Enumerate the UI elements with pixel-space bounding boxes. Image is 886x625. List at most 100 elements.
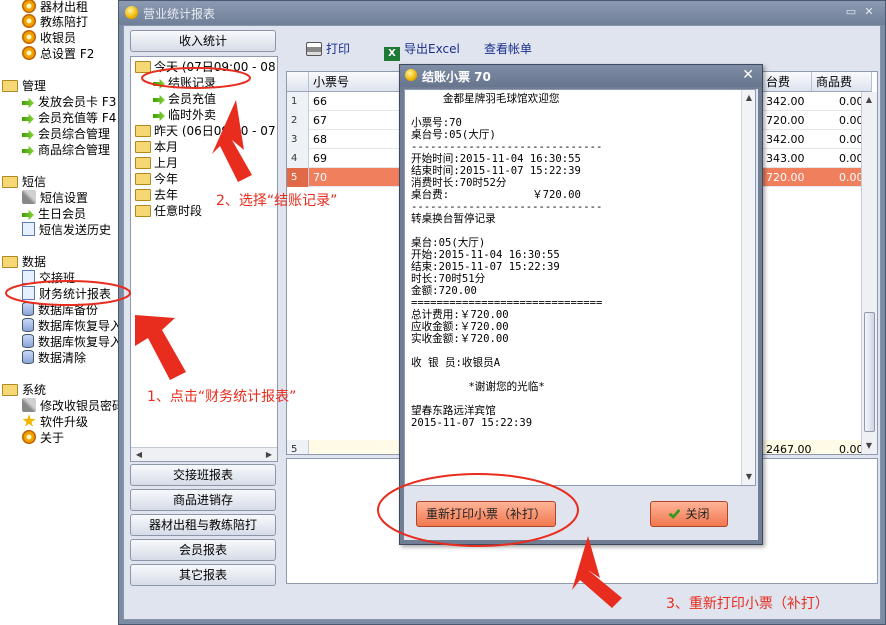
scrollbar-thumb[interactable] [864,312,875,432]
nav-item-equipment-rental[interactable]: 器材出租 [22,0,88,15]
annotation-step3: 3、重新打印小票（补打） [666,596,829,612]
tree-item-custom-period[interactable]: 任意时段 [135,203,202,219]
shift-report-button[interactable]: 交接班报表 [130,464,276,486]
close-icon[interactable]: ✕ [863,6,875,18]
database-icon [22,334,34,348]
view-account-button[interactable]: 查看帐单 [484,41,532,57]
nav-item-db-restore-2[interactable]: 数据库恢复导入 [22,334,122,350]
column-header-table-fee[interactable]: 台费 [762,72,812,92]
dialog-close-button[interactable]: 关闭 [650,501,728,527]
tree-item-takeaway[interactable]: 临时外卖 [153,107,216,123]
nav-item-shift-handover[interactable]: 交接班 [22,270,75,286]
tools-icon [22,190,36,204]
tree-item-yesterday[interactable]: 昨天 (06日09:00 - 07日09:00) [135,123,277,139]
tree-item-last-month[interactable]: 上月 [135,155,178,171]
nav-item-issue-card[interactable]: 发放会员卡 F3 [22,94,116,110]
scroll-up-icon[interactable]: ▲ [743,92,755,104]
goods-inventory-button[interactable]: 商品进销存 [130,489,276,511]
document-icon [22,270,35,284]
report-category-panel: 收入统计 今天 (07日09:00 - 08日09:00) 结账记录 会员充值 … [128,30,278,586]
gear-icon [22,46,36,60]
folder-icon [2,384,18,396]
report-icon [22,286,35,300]
tree-item-this-month[interactable]: 本月 [135,139,178,155]
receipt-vertical-scrollbar[interactable]: ▲ ▼ [741,90,755,485]
folder-icon [135,141,151,153]
nav-item-data-clear[interactable]: 数据清除 [22,350,86,366]
nav-item-member-recharge[interactable]: 会员充值等 F4 [22,110,116,126]
equipment-coach-button[interactable]: 器材出租与教练陪打 [130,514,276,536]
income-stats-button[interactable]: 收入统计 [130,30,276,52]
scroll-left-icon[interactable]: ◀ [133,449,145,461]
nav-item-upgrade[interactable]: 软件升级 [22,414,88,430]
arrow-right-icon [22,130,34,140]
tree-item-member-recharge[interactable]: 会员充值 [153,91,216,107]
window-title: 营业统计报表 [143,7,216,21]
receipt-preview: 金都星牌羽毛球馆欢迎您 小票号:70 桌台号:05(大厅) ----------… [404,89,756,486]
nav-group-manage[interactable]: 管理 [2,78,46,94]
dialog-title: 结账小票 70 [422,70,491,84]
folder-icon [2,176,18,188]
nav-item-db-backup[interactable]: 数据库备份 [22,302,98,318]
scroll-right-icon[interactable]: ▶ [263,449,275,461]
folder-icon [135,125,151,137]
nav-group-data[interactable]: 数据 [2,254,46,270]
nav-item-sms-history[interactable]: 短信发送历史 [22,222,111,238]
printer-icon [306,42,322,56]
scroll-up-icon[interactable]: ▲ [863,94,875,106]
nav-item-coach[interactable]: 教练陪打 [22,14,88,30]
tree-item-last-year[interactable]: 去年 [135,187,178,203]
close-icon[interactable]: ✕ [742,67,754,83]
receipt-text: 金都星牌羽毛球馆欢迎您 小票号:70 桌台号:05(大厅) ----------… [411,93,603,429]
checkmark-icon [668,509,681,519]
tree-item-this-year[interactable]: 今年 [135,171,178,187]
nav-item-about[interactable]: 关于 [22,430,64,446]
minimize-icon[interactable]: ▭ [845,6,857,18]
nav-item-change-password[interactable]: 修改收银员密码 [22,398,122,414]
nav-item-settings[interactable]: 总设置 F2 [22,46,94,62]
export-excel-button[interactable]: X 导出Excel [384,41,460,61]
tree-item-today[interactable]: 今天 (07日09:00 - 08日09:00) [135,59,277,75]
annotation-step1: 1、点击“财务统计报表” [147,389,297,405]
gear-icon [22,430,36,444]
folder-icon [2,80,18,92]
app-icon [125,6,138,19]
grid-vertical-scrollbar[interactable]: ▲ ▼ [861,92,877,454]
arrow-right-icon [22,146,34,156]
nav-item-financial-report[interactable]: 财务统计报表 [22,286,111,302]
grid-corner [287,72,309,92]
nav-item-cashier[interactable]: 收银员 [22,30,76,46]
reprint-receipt-button[interactable]: 重新打印小票（补打） [416,501,556,527]
nav-item-birthday-members[interactable]: 生日会员 [22,206,86,222]
folder-icon [135,173,151,185]
folder-open-icon [135,61,151,73]
folder-icon [2,256,18,268]
trash-icon [22,350,34,364]
nav-item-db-restore[interactable]: 数据库恢复导入 [22,318,122,334]
database-icon [22,318,34,332]
nav-item-goods-manage[interactable]: 商品综合管理 [22,142,110,158]
nav-group-sms[interactable]: 短信 [2,174,46,190]
other-report-button[interactable]: 其它报表 [130,564,276,586]
tree-item-checkout-records[interactable]: 结账记录 [153,75,216,91]
document-icon [22,222,35,236]
nav-item-sms-settings[interactable]: 短信设置 [22,190,88,206]
scroll-down-icon[interactable]: ▼ [863,440,875,452]
nav-item-member-manage[interactable]: 会员综合管理 [22,126,110,142]
tree-horizontal-scrollbar[interactable]: ◀ ▶ [131,447,277,461]
column-header-goods-fee[interactable]: 商品费 [812,72,872,92]
report-toolbar: 打印 X 导出Excel 查看帐单 [284,30,878,66]
member-report-button[interactable]: 会员报表 [130,539,276,561]
star-icon [22,414,36,427]
database-icon [22,302,34,316]
dialog-titlebar[interactable]: 结账小票 70 ✕ [400,65,762,87]
nav-group-system[interactable]: 系统 [2,382,46,398]
key-icon [22,398,36,412]
arrow-right-icon [22,210,34,220]
folder-icon [135,157,151,169]
window-titlebar[interactable]: 营业统计报表 ▭ ✕ [119,1,885,25]
left-navigation: 器材出租 教练陪打 收银员 总设置 F2 管理 发放会员卡 F3 会员充值等 F… [0,0,122,625]
scroll-down-icon[interactable]: ▼ [743,471,755,483]
arrow-right-icon [22,98,34,108]
print-button[interactable]: 打印 [306,41,350,57]
